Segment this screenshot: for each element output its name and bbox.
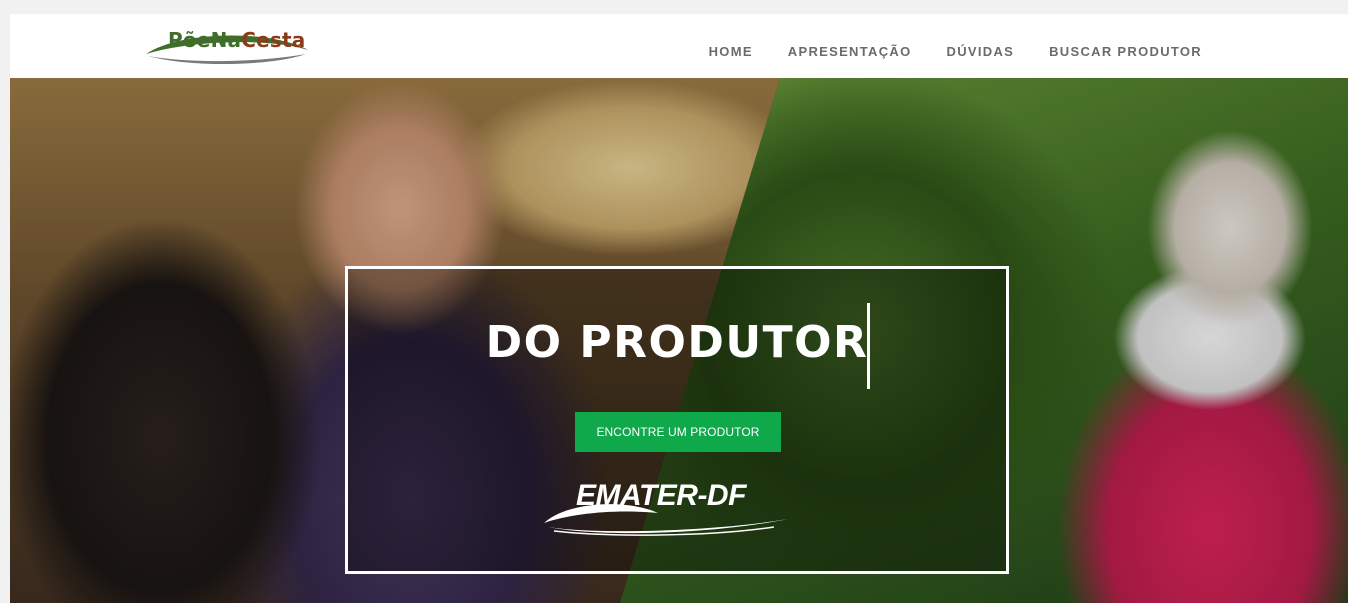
nav-duvidas[interactable]: DÚVIDAS bbox=[947, 44, 1015, 59]
find-producer-button[interactable]: ENCONTRE UM PRODUTOR bbox=[575, 412, 781, 452]
site-logo[interactable]: PõeNaCesta bbox=[142, 24, 312, 65]
hero-banner: DO PRODUTOR ENCONTRE UM PRODUTOR EMATER-… bbox=[10, 78, 1348, 603]
nav-apresentacao[interactable]: APRESENTAÇÃO bbox=[788, 44, 912, 59]
page: PõeNaCesta HOME APRESENTAÇÃO DÚVIDAS BUS… bbox=[10, 14, 1348, 603]
hero-frame: DO PRODUTOR ENCONTRE UM PRODUTOR EMATER-… bbox=[345, 266, 1009, 574]
main-nav: HOME APRESENTAÇÃO DÚVIDAS BUSCAR PRODUTO… bbox=[709, 44, 1202, 59]
nav-home[interactable]: HOME bbox=[709, 44, 753, 59]
emater-text: EMATER-DF bbox=[576, 479, 746, 512]
logo-text: PõeNaCesta bbox=[168, 28, 306, 52]
nav-buscar-produtor[interactable]: BUSCAR PRODUTOR bbox=[1049, 44, 1202, 59]
site-header: PõeNaCesta HOME APRESENTAÇÃO DÚVIDAS BUS… bbox=[10, 14, 1348, 78]
emater-logo: EMATER-DF bbox=[538, 479, 798, 539]
typing-cursor bbox=[867, 303, 870, 389]
hero-headline: DO PRODUTOR bbox=[485, 317, 869, 368]
